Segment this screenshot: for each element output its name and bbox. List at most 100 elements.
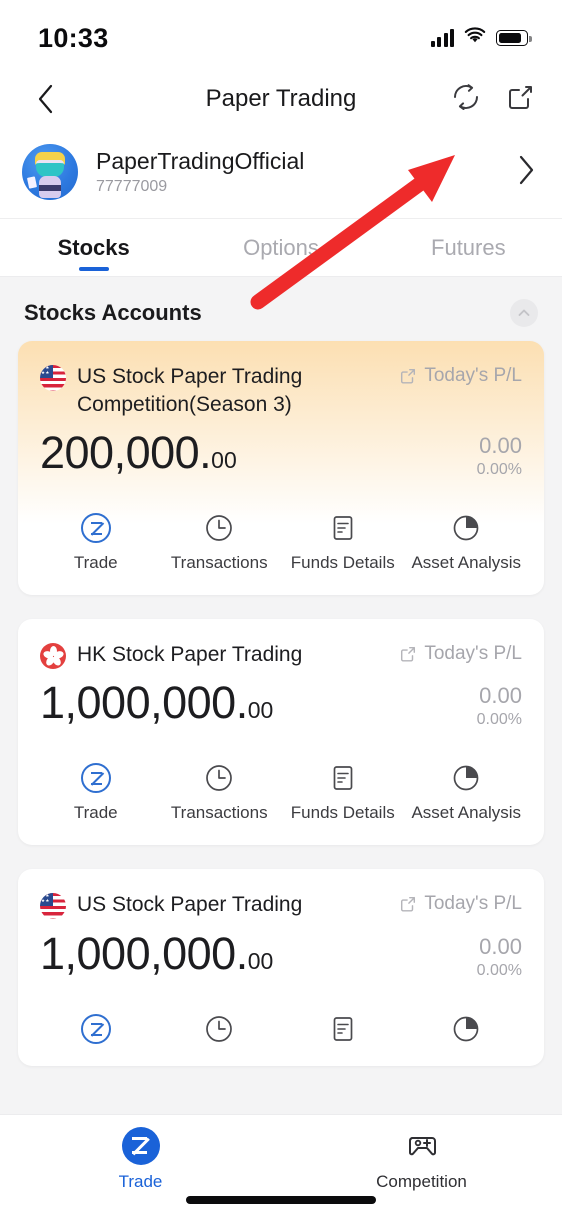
account-actions: Trade Transactions Funds Details Asset A…	[18, 479, 544, 595]
account-card-header: US Stock Paper Trading Today's P/L	[18, 869, 544, 920]
tab-options-label: Options	[243, 234, 319, 260]
todays-pl-label: Today's P/L	[424, 365, 522, 386]
share-box-icon	[401, 647, 416, 662]
tab-active-indicator	[78, 267, 109, 271]
profile-account-id: 77777009	[96, 178, 168, 195]
action-label: Funds Details	[290, 803, 395, 823]
account-balance-row: 1,000,000. 00 0.00 0.00%	[18, 669, 544, 729]
collapse-section-button[interactable]	[510, 299, 538, 327]
account-name-group: US Stock Paper Trading Competition(Seaso…	[40, 363, 370, 419]
section-header: Stocks Accounts	[0, 277, 562, 341]
account-card[interactable]: US Stock Paper Trading Today's P/L 1,000…	[18, 869, 544, 1066]
action-asset-analysis[interactable]: Asset Analysis	[405, 513, 529, 573]
home-indicator	[186, 1196, 376, 1204]
todays-pl-label-group[interactable]: Today's P/L	[399, 641, 522, 665]
pie-chart-icon	[453, 1016, 479, 1041]
share-button[interactable]	[504, 81, 536, 118]
document-icon	[333, 1016, 353, 1041]
us-flag-icon	[40, 365, 66, 391]
account-name: US Stock Paper Trading	[77, 893, 303, 917]
action-trade[interactable]: Trade	[34, 513, 158, 573]
account-balance: 1,000,000. 00	[40, 677, 273, 729]
pie-chart-icon	[453, 766, 479, 791]
account-balance-row: 200,000. 00 0.00 0.00%	[18, 419, 544, 479]
gamepad-plus-icon	[408, 1137, 436, 1156]
action-trade[interactable]	[34, 1013, 158, 1044]
trade-icon	[80, 763, 111, 794]
tab-futures[interactable]: Futures	[375, 219, 562, 276]
profile-chevron[interactable]	[516, 154, 536, 191]
tab-futures-label: Futures	[431, 234, 506, 260]
pl-values: 0.00 0.00%	[477, 433, 522, 479]
us-flag-icon	[40, 893, 66, 920]
account-balance-row: 1,000,000. 00 0.00 0.00%	[18, 920, 544, 980]
app-screen: 10:33 Paper Trading PaperTradingOfficial…	[0, 0, 562, 1218]
bottom-tab-competition[interactable]: Competition	[281, 1127, 562, 1192]
bottom-tab-label: Trade	[118, 1172, 163, 1191]
share-icon	[509, 85, 532, 109]
status-time: 10:33	[38, 22, 109, 53]
account-balance: 200,000. 00	[40, 427, 237, 479]
action-label: Trade	[73, 553, 118, 573]
bottom-tab-trade[interactable]: Trade	[0, 1127, 281, 1192]
pl-amount: 0.00	[479, 433, 522, 459]
todays-pl-label: Today's P/L	[424, 893, 522, 915]
tab-options[interactable]: Options	[187, 219, 374, 276]
section-title: Stocks Accounts	[24, 300, 202, 325]
bottom-tab-bar: Trade Competition	[0, 1114, 562, 1218]
battery-icon	[496, 30, 532, 46]
header-bar: Paper Trading	[0, 68, 562, 130]
pl-percent: 0.00%	[476, 711, 522, 729]
account-name: HK Stock Paper Trading	[77, 643, 303, 667]
back-button[interactable]	[26, 79, 66, 119]
action-funds-details[interactable]: Funds Details	[281, 763, 405, 823]
account-actions: Trade Transactions Funds Details Asset A…	[18, 729, 544, 845]
tab-stocks-label: Stocks	[57, 234, 130, 260]
account-card[interactable]: HK Stock Paper Trading Today's P/L 1,000…	[18, 619, 544, 846]
market-tabs: Stocks Options Futures	[0, 219, 562, 277]
wifi-icon	[463, 26, 487, 50]
status-indicators	[430, 26, 532, 50]
todays-pl-label-group[interactable]: Today's P/L	[399, 363, 522, 387]
pl-amount: 0.00	[479, 933, 522, 959]
action-label: Asset Analysis	[411, 803, 522, 823]
pl-percent: 0.00%	[476, 461, 522, 479]
hk-flag-icon	[40, 643, 66, 670]
action-funds-details[interactable]	[281, 1014, 405, 1044]
status-bar: 10:33	[0, 0, 562, 68]
action-transactions[interactable]: Transactions	[158, 763, 282, 823]
action-label: Trade	[73, 803, 118, 823]
action-trade[interactable]: Trade	[34, 763, 158, 823]
chevron-right-icon	[519, 155, 534, 184]
document-icon	[333, 766, 353, 791]
accounts-list: US Stock Paper Trading Competition(Seaso…	[0, 341, 562, 1066]
action-transactions[interactable]	[158, 1014, 282, 1044]
account-card[interactable]: US Stock Paper Trading Competition(Seaso…	[18, 341, 544, 596]
profile-row[interactable]: PaperTradingOfficial 77777009	[0, 130, 562, 219]
share-box-icon	[401, 897, 416, 912]
action-label: Funds Details	[290, 553, 395, 573]
avatar	[22, 144, 78, 200]
clock-icon	[206, 765, 233, 792]
account-card-header: US Stock Paper Trading Competition(Seaso…	[18, 341, 544, 419]
clock-icon	[206, 1015, 233, 1042]
trade-icon	[80, 513, 111, 544]
trade-filled-icon	[121, 1127, 160, 1165]
refresh-button[interactable]	[450, 81, 482, 118]
account-balance: 1,000,000. 00	[40, 928, 273, 980]
pl-percent: 0.00%	[476, 961, 522, 979]
balance-integer: 1,000,000.	[40, 927, 248, 979]
action-funds-details[interactable]: Funds Details	[281, 513, 405, 573]
chevron-up-icon	[518, 309, 530, 316]
todays-pl-label-group[interactable]: Today's P/L	[399, 891, 522, 915]
action-asset-analysis[interactable]: Asset Analysis	[405, 763, 529, 823]
action-label: Transactions	[170, 803, 268, 823]
trade-icon	[80, 1013, 111, 1044]
balance-integer: 1,000,000.	[40, 677, 248, 729]
action-transactions[interactable]: Transactions	[158, 513, 282, 573]
tab-stocks[interactable]: Stocks	[0, 219, 187, 276]
account-actions	[18, 980, 544, 1066]
action-asset-analysis[interactable]	[405, 1014, 529, 1044]
pie-chart-icon	[453, 515, 479, 541]
document-icon	[333, 516, 353, 541]
